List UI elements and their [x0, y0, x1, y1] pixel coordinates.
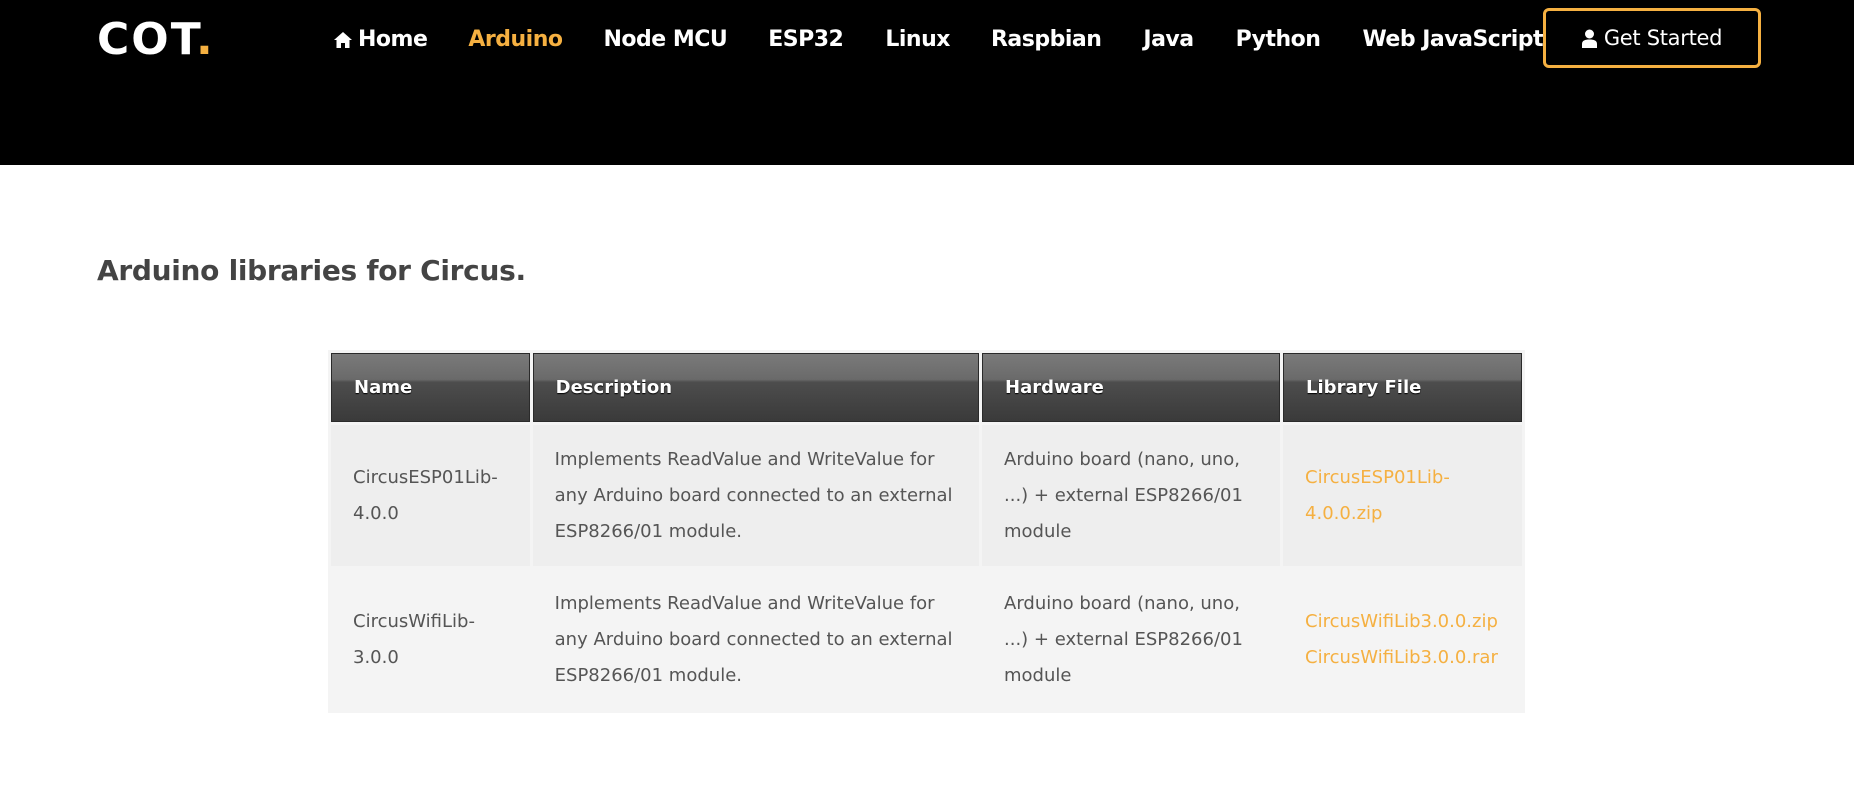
user-icon	[1581, 29, 1597, 48]
cell-name: CircusESP01Lib-4.0.0	[331, 425, 530, 566]
cell-hardware: Arduino board (nano, uno, ...) + externa…	[982, 569, 1281, 710]
library-file-link[interactable]: CircusWifiLib3.0.0.rar	[1305, 640, 1500, 676]
library-file-link[interactable]: CircusWifiLib3.0.0.zip	[1305, 604, 1500, 640]
site-header: COT. Home Arduino Node MCU ESP32 Linux R…	[0, 0, 1854, 165]
table-header-row: Name Description Hardware Library File	[331, 353, 1522, 422]
library-file-link[interactable]: CircusESP01Lib-4.0.0.zip	[1305, 460, 1500, 532]
nav-item-esp32[interactable]: ESP32	[768, 22, 844, 58]
table-row: CircusWifiLib-3.0.0 Implements ReadValue…	[331, 569, 1522, 710]
nav-item-python[interactable]: Python	[1236, 22, 1321, 58]
nav-item-home[interactable]: Home	[333, 22, 428, 58]
nav-item-node-mcu[interactable]: Node MCU	[603, 22, 727, 58]
page-title: Arduino libraries for Circus.	[97, 254, 526, 287]
home-icon	[334, 32, 352, 48]
nav-item-java[interactable]: Java	[1143, 22, 1194, 58]
cell-library-file: CircusESP01Lib-4.0.0.zip	[1283, 425, 1522, 566]
logo-dot: .	[196, 14, 215, 65]
column-header-library-file: Library File	[1283, 353, 1522, 422]
main-nav: Home Arduino Node MCU ESP32 Linux Raspbi…	[333, 22, 1544, 58]
cell-name: CircusWifiLib-3.0.0	[331, 569, 530, 710]
nav-item-linux[interactable]: Linux	[885, 22, 950, 58]
libraries-table: Name Description Hardware Library File C…	[328, 350, 1525, 713]
column-header-hardware: Hardware	[982, 353, 1281, 422]
table-row: CircusESP01Lib-4.0.0 Implements ReadValu…	[331, 425, 1522, 566]
nav-item-raspbian[interactable]: Raspbian	[991, 22, 1102, 58]
cell-description: Implements ReadValue and WriteValue for …	[532, 569, 979, 710]
nav-item-arduino[interactable]: Arduino	[468, 22, 563, 58]
cell-library-file: CircusWifiLib3.0.0.zip CircusWifiLib3.0.…	[1283, 569, 1522, 710]
logo-text: COT	[97, 14, 197, 65]
column-header-description: Description	[532, 353, 979, 422]
cell-description: Implements ReadValue and WriteValue for …	[532, 425, 979, 566]
get-started-button[interactable]: Get Started	[1543, 8, 1761, 68]
logo[interactable]: COT.	[97, 14, 215, 66]
column-header-name: Name	[331, 353, 530, 422]
cell-hardware: Arduino board (nano, uno, ...) + externa…	[982, 425, 1281, 566]
get-started-label: Get Started	[1603, 26, 1723, 50]
nav-item-web-javascript[interactable]: Web JavaScript	[1362, 22, 1543, 58]
nav-item-label: Home	[358, 27, 428, 52]
